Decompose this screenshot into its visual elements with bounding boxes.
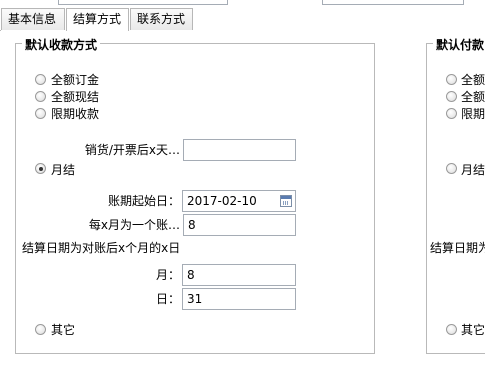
radio-monthly[interactable] [35,163,46,174]
pay-radio-other[interactable] [446,324,457,335]
period-start-date-value: 2017-02-10 [187,194,257,208]
top-input-right[interactable] [322,0,464,5]
label-period-start: 账期起始日： [107,194,180,208]
radio-other[interactable] [35,324,46,335]
calendar-icon[interactable] [280,195,292,207]
pay-settlement-rule-text: 结算日期为 [430,241,485,255]
label-day: 日： [155,292,180,306]
label-full-cash: 全额现结 [51,90,100,104]
settlement-rule-text: 结算日期为对账后x个月的x日 [22,241,181,255]
pay-radio-term[interactable] [446,108,457,119]
months-per-period-input[interactable] [183,214,296,236]
label-other: 其它 [51,323,76,337]
pay-label-other: 其它 [461,323,485,337]
tab-contact[interactable]: 联系方式 [130,8,193,30]
pay-radio-full-cash[interactable] [446,91,457,102]
pay-label-term: 限期 [461,107,485,121]
day-input[interactable] [182,288,296,310]
period-start-date-input[interactable]: 2017-02-10 [182,190,296,212]
tab-settlement[interactable]: 结算方式 [66,8,129,31]
receive-method-legend: 默认收款方式 [22,36,101,53]
label-term-receive: 限期收款 [51,107,100,121]
radio-term-receive[interactable] [35,108,46,119]
label-days-after-invoice: 销货/开票后x天… [84,143,180,157]
pay-label-full-cash: 全额 [461,90,485,104]
radio-full-cash[interactable] [35,91,46,102]
pay-radio-full-deposit[interactable] [446,74,457,85]
pay-label-monthly: 月结 [461,163,485,177]
days-after-invoice-input[interactable] [183,139,296,161]
label-month: 月： [155,268,180,282]
label-full-deposit: 全额订金 [51,73,100,87]
month-input[interactable] [182,264,296,286]
pay-method-legend: 默认付款 [433,36,485,53]
pay-radio-monthly[interactable] [446,163,457,174]
radio-full-deposit[interactable] [35,74,46,85]
tab-basic-info[interactable]: 基本信息 [1,8,65,30]
label-monthly: 月结 [51,163,76,177]
pay-label-full-deposit: 全额 [461,73,485,87]
top-input-left[interactable] [58,0,228,5]
label-months-per-period: 每x月为一个账… [88,218,180,232]
